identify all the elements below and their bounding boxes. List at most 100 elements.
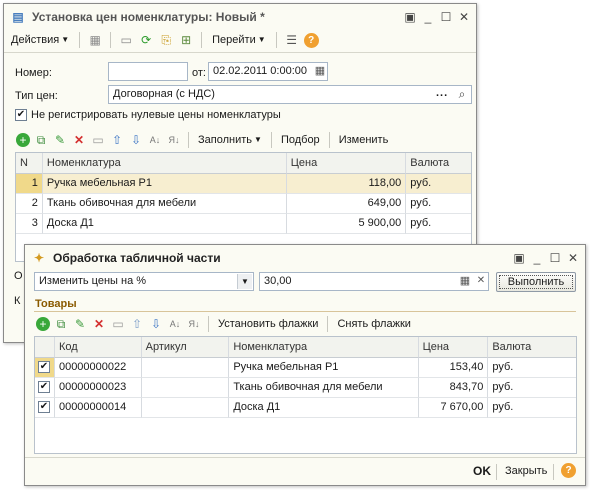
clear-icon[interactable]: ✕ [473,273,489,289]
row-currency[interactable]: руб. [488,358,576,378]
column-header-article[interactable]: Артикул [141,337,230,358]
calendar-icon[interactable]: ▦ [312,63,328,79]
delete-icon[interactable]: ✕ [91,316,107,332]
percent-input[interactable]: 30,00 [259,272,489,291]
list-view-icon[interactable]: ☰ [284,32,300,48]
column-header-price[interactable]: Цена [286,153,407,174]
set-flags-button[interactable]: Установить флажки [215,314,321,334]
column-header-nomenclature[interactable]: Номенклатура [42,153,287,174]
dialog-minimize-icon[interactable]: _ [529,250,545,266]
sort-asc-icon[interactable]: A↓ [147,132,163,148]
row-nomenclature[interactable]: Ручка мебельная Р1 [42,174,287,194]
row-price[interactable]: 7 670,00 [418,398,489,418]
column-header-currency[interactable]: Валюта [488,337,576,358]
column-header-nomenclature[interactable]: Номенклатура [229,337,419,358]
row-price[interactable]: 649,00 [286,194,407,214]
search-icon[interactable]: ⌕ [454,86,470,102]
row-nomenclature[interactable]: Ткань обивочная для мебели [229,378,419,398]
column-header-price[interactable]: Цена [418,337,489,358]
row-price[interactable]: 843,70 [418,378,489,398]
row-currency[interactable]: руб. [406,174,471,194]
table-row[interactable]: 3 Доска Д1 5 900,00 руб. [16,214,471,234]
table-row[interactable]: ✔ 00000000023 Ткань обивочная для мебели… [35,378,576,398]
row-nomenclature[interactable]: Доска Д1 [229,398,419,418]
row-checkbox[interactable]: ✔ [35,398,55,418]
end-edit-icon[interactable]: ▭ [90,132,106,148]
column-header-currency[interactable]: Валюта [406,153,471,174]
row-code[interactable]: 00000000023 [54,378,142,398]
structure-icon[interactable]: ⊞ [178,32,194,48]
row-currency[interactable]: руб. [406,214,471,234]
number-input[interactable] [108,62,188,81]
table-row[interactable]: ✔ 00000000022 Ручка мебельная Р1 153,40 … [35,358,576,378]
actions-menu-button[interactable]: Действия ▼ [8,30,72,50]
row-checkbox[interactable]: ✔ [35,358,55,378]
save-icon[interactable]: ▭ [118,32,134,48]
row-nomenclature[interactable]: Ткань обивочная для мебели [42,194,287,214]
execute-button[interactable]: Выполнить [496,272,576,292]
dialog-maximize-icon[interactable]: ☐ [547,250,563,266]
clear-flags-button[interactable]: Снять флажки [334,314,413,334]
create-based-on-icon[interactable]: ⎘ [158,32,174,48]
row-price[interactable]: 118,00 [286,174,407,194]
row-price[interactable]: 5 900,00 [286,214,407,234]
row-checkbox[interactable]: ✔ [35,378,55,398]
maximize-icon[interactable]: ☐ [438,9,454,25]
move-up-icon[interactable]: ⇧ [129,316,145,332]
calculator-icon[interactable]: ▦ [457,273,473,289]
add-icon[interactable]: + [16,133,30,147]
goto-menu-button[interactable]: Перейти ▼ [209,30,269,50]
dialog-titlebar[interactable]: ✦ Обработка табличной части [25,245,585,271]
table-row[interactable]: ✔ 00000000014 Доска Д1 7 670,00 руб. [35,398,576,418]
chevron-down-icon[interactable]: ▼ [237,274,252,289]
dialog-window-menu-icon[interactable]: ▣ [511,250,527,266]
sort-desc-icon[interactable]: Я↓ [166,132,182,148]
move-down-icon[interactable]: ⇩ [148,316,164,332]
row-article[interactable] [141,358,230,378]
end-edit-icon[interactable]: ▭ [110,316,126,332]
delete-icon[interactable]: ✕ [71,132,87,148]
row-currency[interactable]: руб. [406,194,471,214]
select-ellipsis-button[interactable]: ... [436,87,448,99]
sort-desc-icon[interactable]: Я↓ [186,316,202,332]
move-up-icon[interactable]: ⇧ [109,132,125,148]
add-icon[interactable]: + [36,317,50,331]
sort-asc-icon[interactable]: A↓ [167,316,183,332]
help-icon[interactable]: ? [303,32,319,48]
select-button[interactable]: Подбор [278,130,323,150]
change-button[interactable]: Изменить [336,130,392,150]
operation-select[interactable]: Изменить цены на % [34,272,254,291]
refresh-icon[interactable]: ⟳ [138,32,154,48]
edit-icon[interactable]: ✎ [52,132,68,148]
column-header-code[interactable]: Код [54,337,142,358]
table-row[interactable]: 1 Ручка мебельная Р1 118,00 руб. [16,174,471,194]
date-input[interactable]: 02.02.2011 0:00:00 [208,62,328,81]
column-header-check[interactable] [35,337,55,358]
table-row[interactable]: 2 Ткань обивочная для мебели 649,00 руб. [16,194,471,214]
row-price[interactable]: 153,40 [418,358,489,378]
row-currency[interactable]: руб. [488,398,576,418]
row-article[interactable] [141,378,230,398]
minimize-icon[interactable]: _ [420,9,436,25]
price-type-input[interactable]: Договорная (с НДС) [108,85,472,104]
row-code[interactable]: 00000000014 [54,398,142,418]
dialog-close-icon[interactable]: ✕ [565,250,581,266]
copy-icon[interactable]: ⧉ [33,132,49,148]
dont-register-zero-checkbox[interactable]: ✔ Не регистрировать нулевые цены номенкл… [15,109,281,121]
row-nomenclature[interactable]: Доска Д1 [42,214,287,234]
row-code[interactable]: 00000000022 [54,358,142,378]
move-down-icon[interactable]: ⇩ [128,132,144,148]
row-nomenclature[interactable]: Ручка мебельная Р1 [229,358,419,378]
ok-button[interactable]: OK [473,464,491,478]
close-button[interactable]: Закрыть [505,465,547,477]
help-icon[interactable]: ? [561,463,576,478]
column-header-n[interactable]: N [16,153,43,174]
post-document-icon[interactable]: ▦ [87,32,103,48]
fill-menu-button[interactable]: Заполнить ▼ [195,130,265,150]
row-article[interactable] [141,398,230,418]
close-icon[interactable]: ✕ [456,9,472,25]
window-menu-icon[interactable]: ▣ [402,9,418,25]
row-currency[interactable]: руб. [488,378,576,398]
edit-icon[interactable]: ✎ [72,316,88,332]
copy-icon[interactable]: ⧉ [53,316,69,332]
